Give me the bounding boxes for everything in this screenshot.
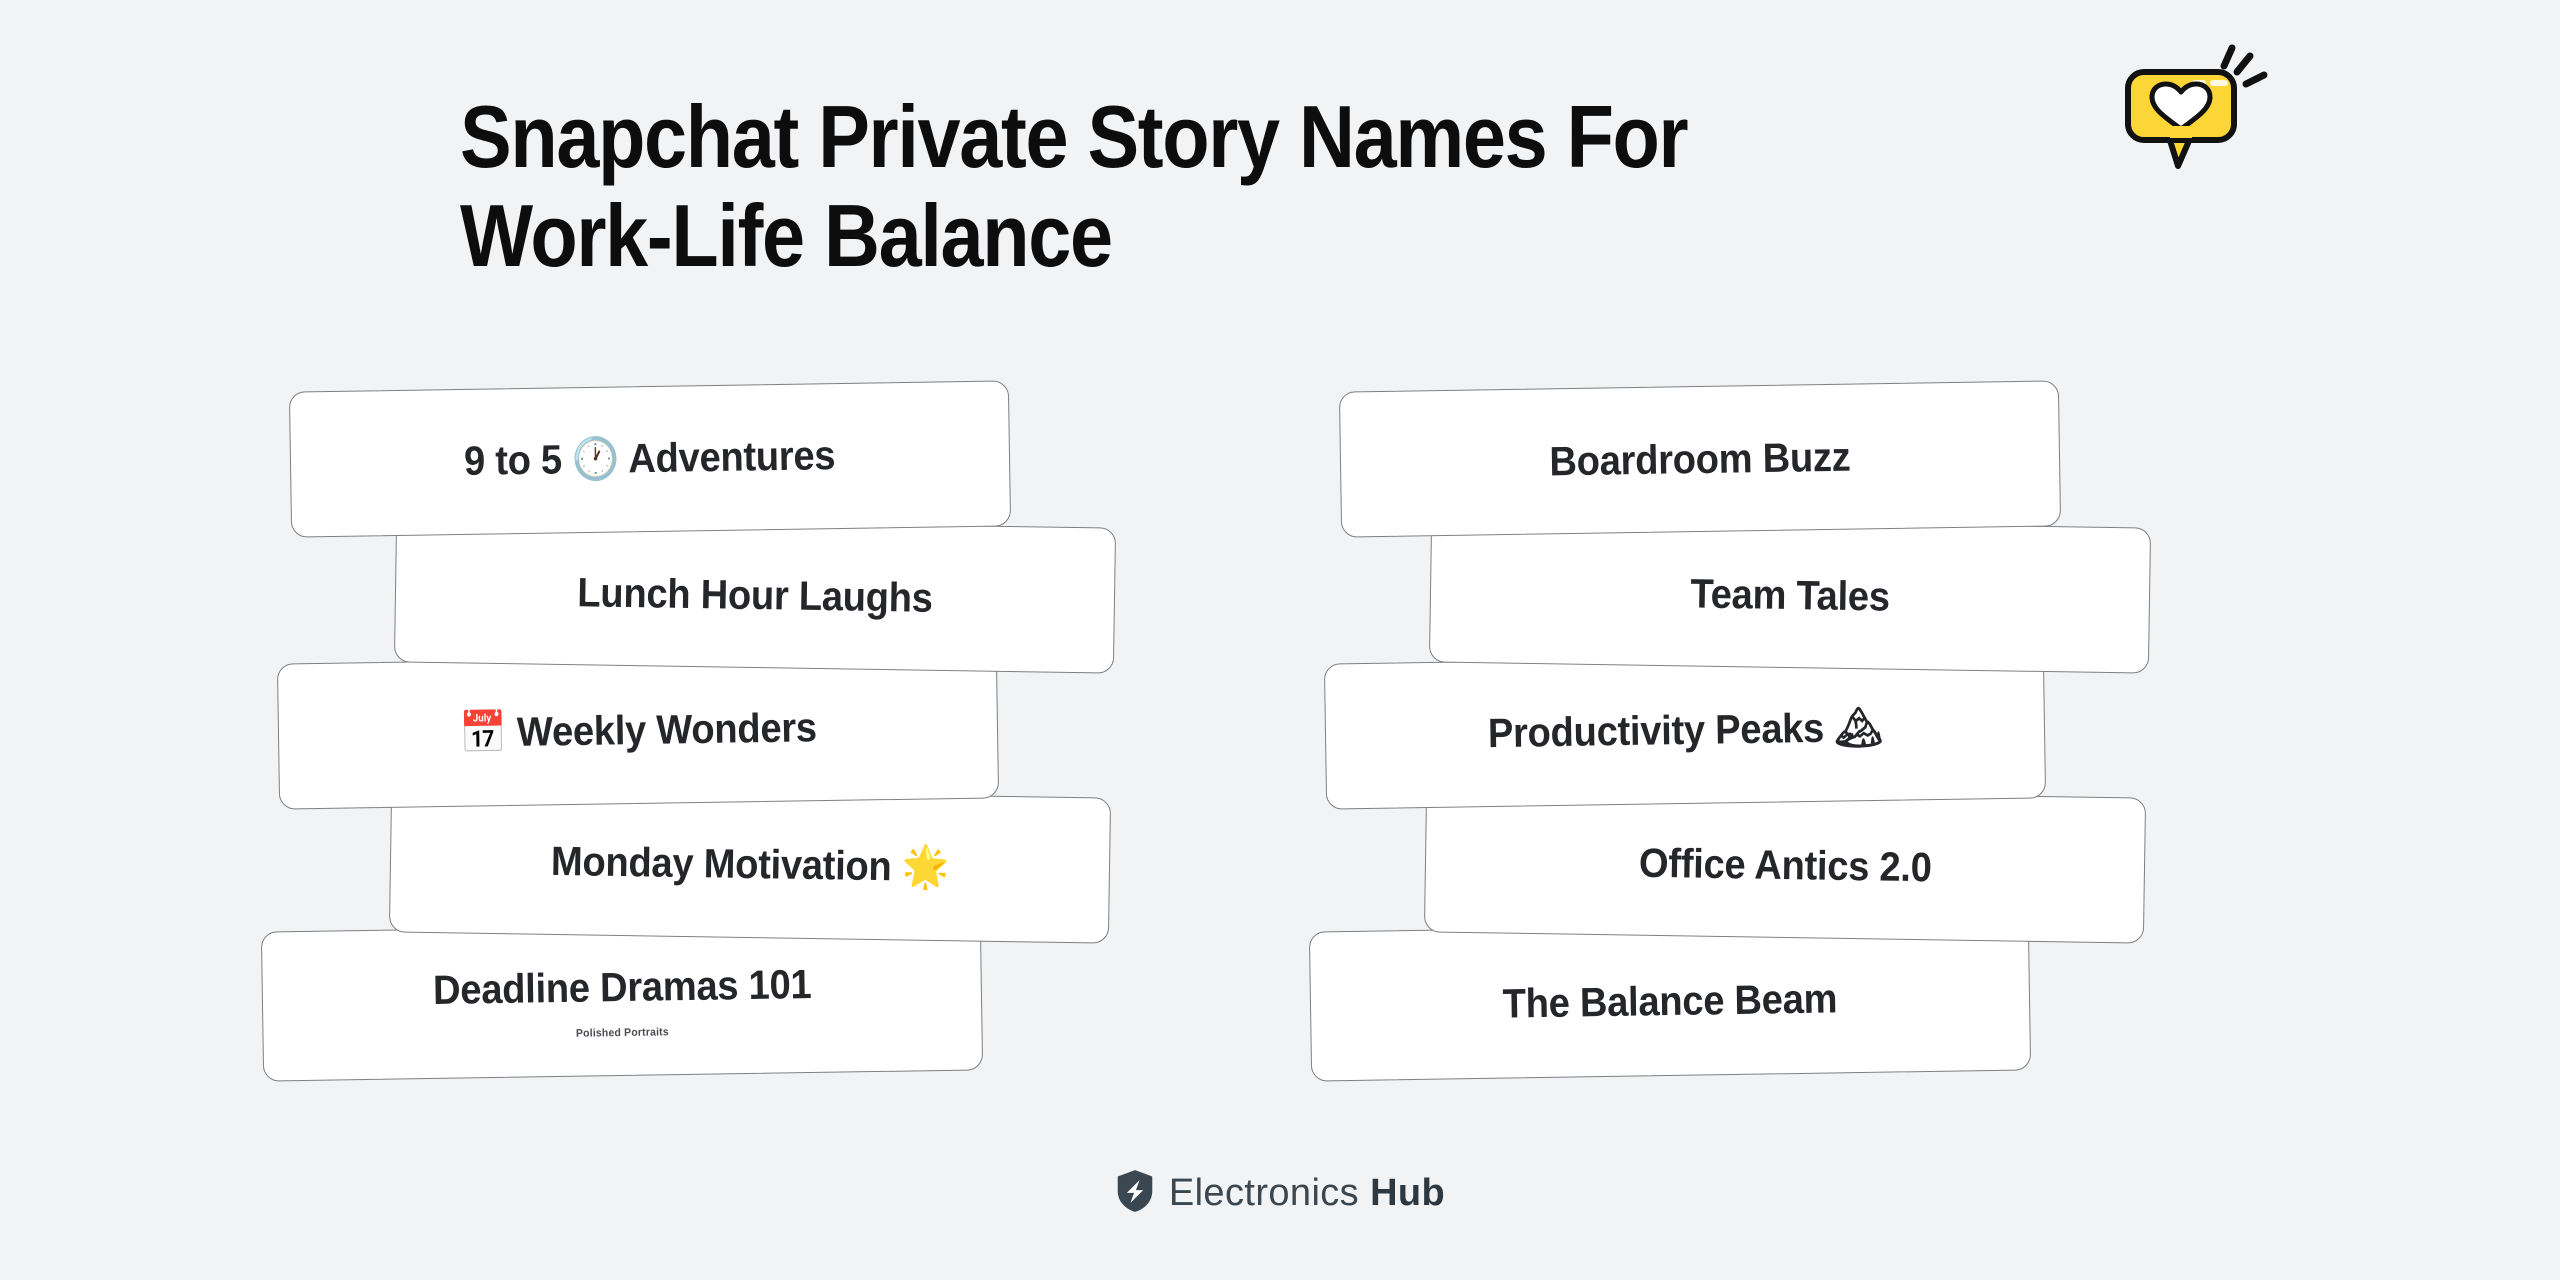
story-card-label: Boardroom Buzz xyxy=(1549,433,1851,484)
story-card-label: Office Antics 2.0 xyxy=(1638,839,1932,890)
page-title: Snapchat Private Story Names For Work-Li… xyxy=(460,87,1689,285)
story-card-label: Team Tales xyxy=(1690,569,1890,620)
speech-bubble-heart-icon xyxy=(2100,26,2290,186)
story-card[interactable]: The Balance Beam xyxy=(1308,920,2032,1082)
story-card[interactable]: 📅 Weekly Wonders xyxy=(276,652,1000,810)
story-card-label: Lunch Hour Laughs xyxy=(576,568,934,621)
shield-bolt-icon xyxy=(1115,1168,1155,1219)
story-card-label: 9 to 5 🕐 Adventures xyxy=(463,432,836,484)
story-card[interactable]: Monday Motivation 🌟 xyxy=(388,786,1112,944)
story-card[interactable]: Deadline Dramas 101 Polished Portraits xyxy=(260,920,984,1082)
footer-brand: Electronics Hub xyxy=(0,1168,2560,1219)
story-card-label: Deadline Dramas 101 xyxy=(432,960,812,1013)
story-card-subtitle: Polished Portraits xyxy=(575,1025,669,1040)
story-card[interactable]: 9 to 5 🕐 Adventures xyxy=(288,380,1012,538)
story-card-label: Monday Motivation 🌟 xyxy=(550,837,950,891)
story-card[interactable]: Team Tales xyxy=(1428,516,2152,674)
right-column: Boardroom Buzz Team Tales Productivity P… xyxy=(1308,380,2290,1126)
story-card[interactable]: Office Antics 2.0 xyxy=(1423,786,2147,944)
brand-name: Electronics Hub xyxy=(1169,1172,1445,1215)
story-card[interactable]: Boardroom Buzz xyxy=(1338,380,2062,538)
story-card[interactable]: Productivity Peaks 🏔 xyxy=(1323,652,2047,810)
story-card-label: 📅 Weekly Wonders xyxy=(458,704,817,756)
story-card-label: Productivity Peaks 🏔 xyxy=(1487,703,1883,757)
story-card-label: The Balance Beam xyxy=(1502,974,1838,1027)
brand-name-first: Electronics xyxy=(1168,1172,1360,1214)
brand-name-second: Hub xyxy=(1370,1172,1446,1214)
left-column: 9 to 5 🕐 Adventures Lunch Hour Laughs 📅 … xyxy=(260,380,1250,1126)
story-name-columns: 9 to 5 🕐 Adventures Lunch Hour Laughs 📅 … xyxy=(0,380,2560,1126)
story-card[interactable]: Lunch Hour Laughs xyxy=(393,516,1117,674)
